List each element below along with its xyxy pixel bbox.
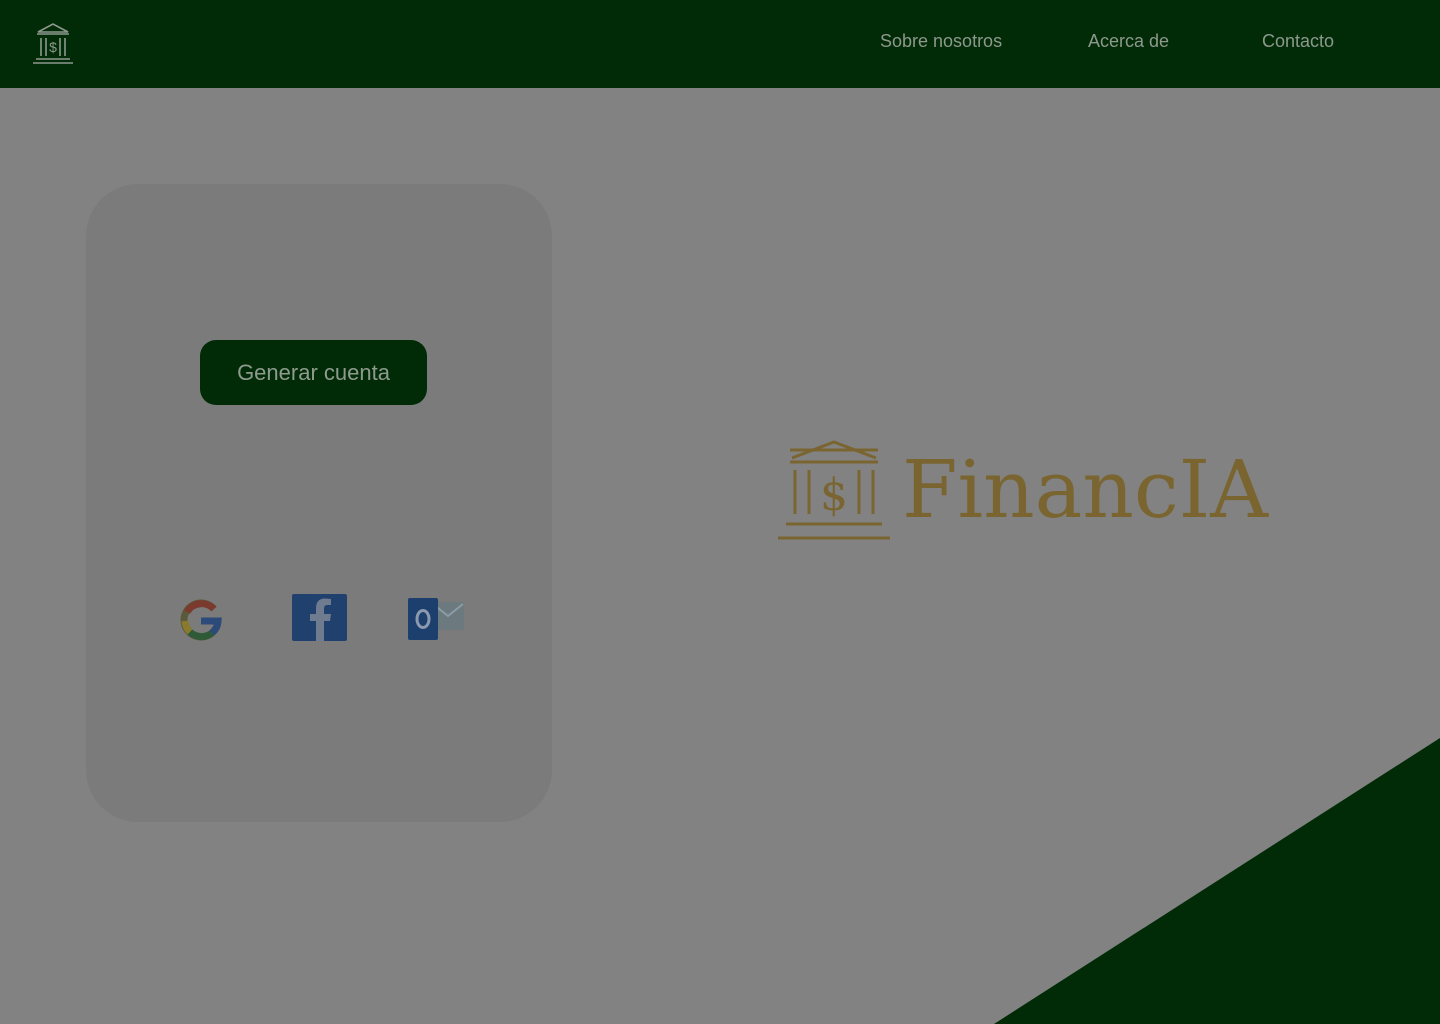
generate-account-button[interactable]: Generar cuenta: [200, 340, 427, 405]
outlook-icon[interactable]: [408, 596, 466, 642]
brand-name: FinancIA: [902, 443, 1269, 536]
bank-dollar-icon: $: [778, 440, 890, 540]
nav-link-sobre-nosotros[interactable]: Sobre nosotros: [880, 30, 1002, 52]
svg-text:$: $: [820, 470, 848, 521]
nav-link-contacto[interactable]: Contacto: [1262, 30, 1334, 52]
top-navigation-bar: $ Sobre nosotros Acerca de Contacto: [0, 0, 1440, 88]
bank-icon[interactable]: $: [28, 18, 78, 68]
svg-text:$: $: [49, 39, 57, 55]
signup-card: Generar cuenta: [86, 184, 552, 822]
facebook-icon[interactable]: [292, 594, 348, 642]
nav-link-acerca-de[interactable]: Acerca de: [1088, 30, 1169, 52]
google-icon[interactable]: [178, 596, 224, 642]
